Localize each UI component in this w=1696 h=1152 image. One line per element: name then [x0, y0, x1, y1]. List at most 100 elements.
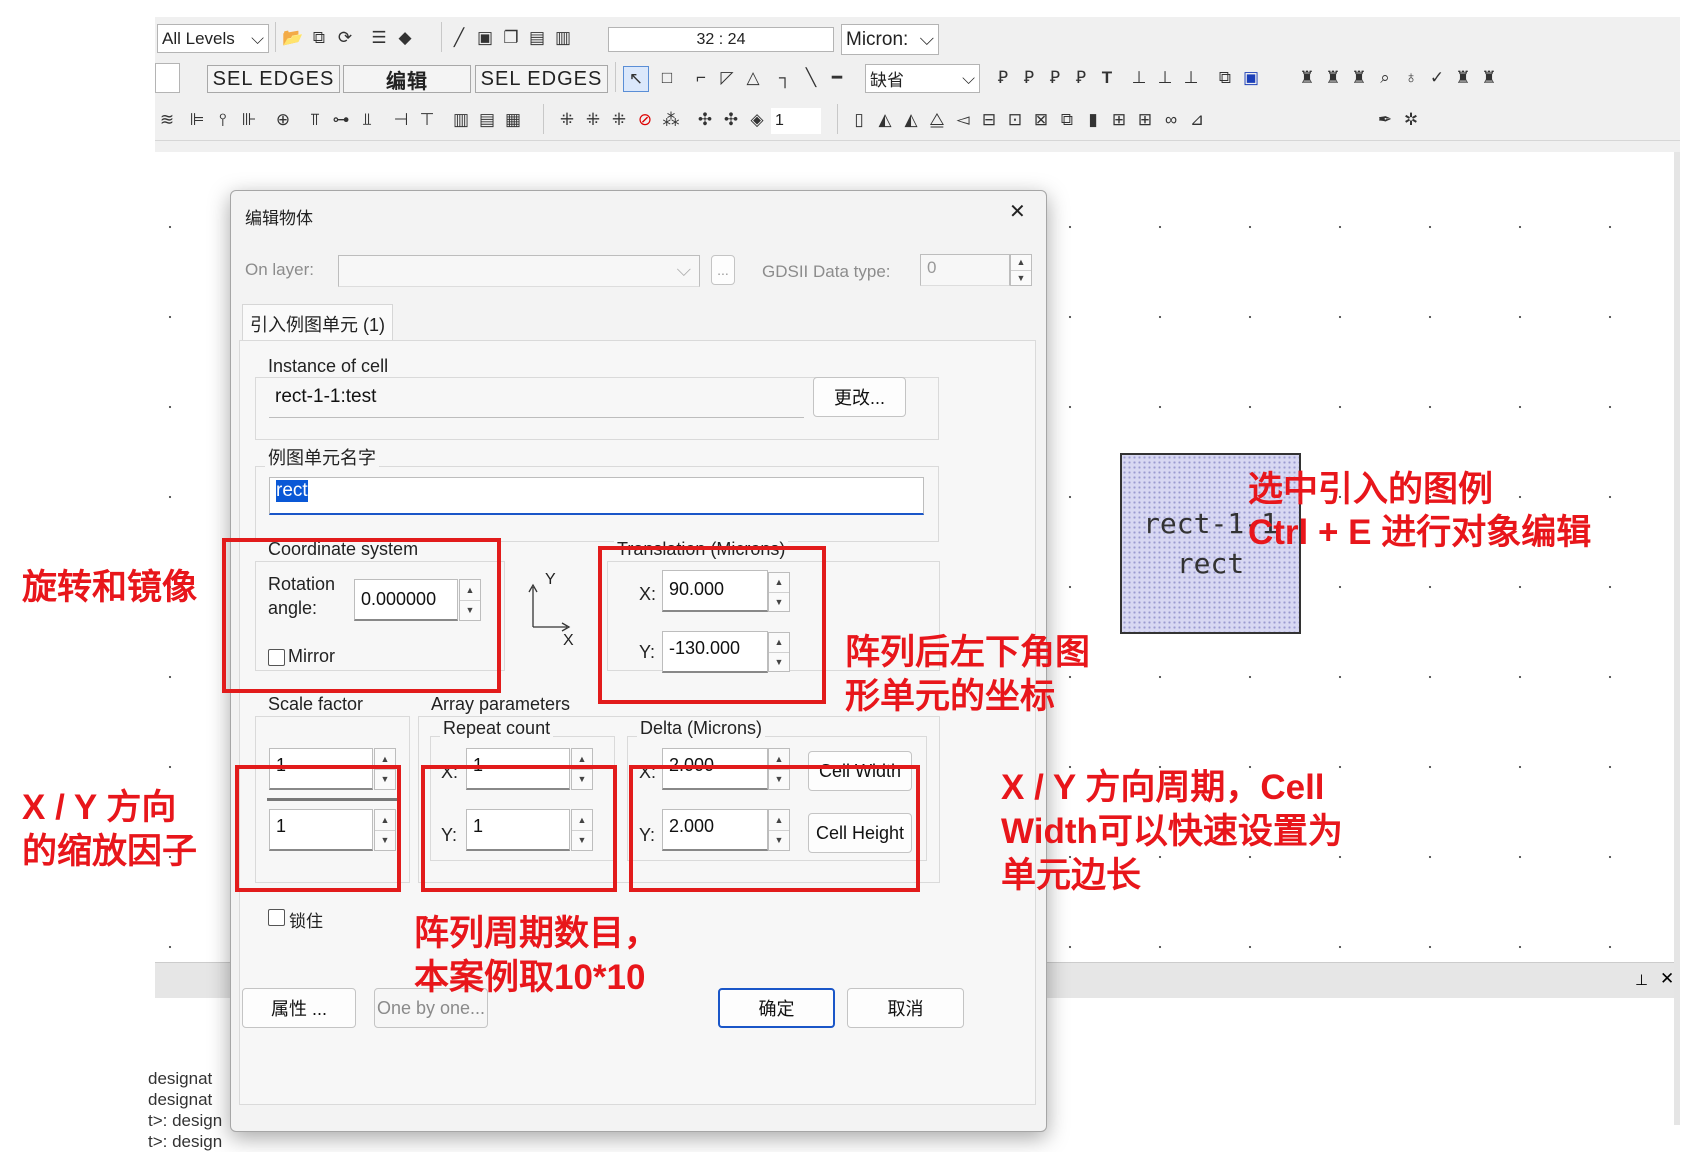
array-icon[interactable]: ⁜	[607, 108, 631, 132]
highlight-delta	[629, 765, 920, 892]
zoom-icon[interactable]: ⌕	[1373, 66, 1397, 90]
levels-combo[interactable]: All Levels ⌵	[157, 24, 269, 53]
check-icon[interactable]: ✓	[1425, 66, 1449, 90]
flatten-icon[interactable]: ◈	[745, 108, 769, 132]
line-icon[interactable]: ━	[825, 66, 849, 90]
rotate-icon[interactable]: ◅	[951, 108, 975, 132]
cell-tool-icon[interactable]: ♜	[1477, 66, 1501, 90]
split-icon[interactable]: ▤	[475, 108, 499, 132]
cell-name-input[interactable]: rect	[269, 477, 924, 515]
align-icon[interactable]: ≋	[155, 108, 179, 132]
expand-icon[interactable]: ✣	[693, 108, 717, 132]
center-icon[interactable]: ⊕	[271, 108, 295, 132]
mirror-icon[interactable]: ◭	[873, 108, 897, 132]
cell-tool-icon[interactable]: ♜	[1451, 66, 1475, 90]
instance-cell-field: rect-1-1:test	[269, 386, 804, 418]
lock-checkbox[interactable]	[268, 909, 285, 926]
window-icon[interactable]: ▤	[525, 26, 549, 50]
layer-icon[interactable]: ☰	[367, 26, 391, 50]
vertical-scrollbar[interactable]	[1674, 152, 1680, 1125]
ruler-icon[interactable]: ⊥	[1127, 66, 1151, 90]
merge-icon[interactable]: ▥	[449, 108, 473, 132]
distribute-h-icon[interactable]: ⊣	[389, 108, 413, 132]
align-bottom-icon[interactable]: ⫫	[355, 108, 379, 132]
glasses-icon[interactable]: ∞	[1159, 108, 1183, 132]
save-all-icon[interactable]: ❐	[499, 26, 523, 50]
box-icon[interactable]: ⊡	[1003, 108, 1027, 132]
level-input[interactable]	[155, 63, 180, 93]
expand-icon[interactable]: ✣	[719, 108, 743, 132]
window-list-icon[interactable]: ▥	[551, 26, 575, 50]
diagonal-wire-icon[interactable]: ╲	[799, 66, 823, 90]
ruler-icon[interactable]: ⊥	[1179, 66, 1203, 90]
grid-icon[interactable]: ▦	[501, 108, 525, 132]
trapezoid-icon[interactable]: ◸	[715, 66, 739, 90]
open-folder-icon[interactable]: 📂	[281, 26, 305, 50]
cell-icon[interactable]: ▣	[1239, 66, 1263, 90]
sel-edges-button-1[interactable]: SEL EDGES	[207, 65, 340, 93]
pen-icon[interactable]: ╱	[447, 26, 471, 50]
close-icon[interactable]: ✕	[1009, 199, 1026, 224]
bulb-icon[interactable]: ♁	[1399, 66, 1423, 90]
align-left-icon[interactable]: ⊫	[185, 108, 209, 132]
ok-button[interactable]: 确定	[718, 988, 835, 1028]
chart-icon[interactable]: ⊿	[1185, 108, 1209, 132]
polygon-icon[interactable]: ⌐	[689, 66, 713, 90]
port-icon[interactable]: Ꝑ	[1043, 66, 1067, 90]
text-icon[interactable]: T	[1095, 66, 1119, 90]
units-combo[interactable]: Micron: ⌵	[841, 24, 939, 55]
triangle-icon[interactable]: △	[741, 66, 765, 90]
port-icon[interactable]: Ꝑ	[1017, 66, 1041, 90]
change-button[interactable]: 更改...	[813, 377, 906, 417]
mfg-icon[interactable]: ⁂	[659, 108, 683, 132]
mirror-icon[interactable]: ◭	[899, 108, 923, 132]
layer-browse-button[interactable]: ...	[711, 255, 735, 285]
log-line: designat	[148, 1090, 213, 1109]
on-layer-combo[interactable]: ⌵	[338, 255, 700, 287]
bug-icon[interactable]: ✲	[1399, 108, 1423, 132]
instance-icon[interactable]: ⧉	[1213, 66, 1237, 90]
cancel-button[interactable]: 取消	[847, 988, 964, 1028]
stop-icon[interactable]: ⊘	[633, 108, 657, 132]
cell-tool-icon[interactable]: ♜	[1295, 66, 1319, 90]
chevron-down-icon: ⌵	[919, 28, 934, 50]
sel-edges-button-2[interactable]: SEL EDGES	[475, 65, 608, 93]
select-box-icon[interactable]: ⊞	[1107, 108, 1131, 132]
align-middle-icon[interactable]: ⊶	[329, 108, 353, 132]
ruler-icon[interactable]: ⊥	[1153, 66, 1177, 90]
default-combo[interactable]: 缺省 ⌵	[865, 64, 980, 93]
save-icon[interactable]: ▣	[473, 26, 497, 50]
group-icon[interactable]: ⧉	[1055, 108, 1079, 132]
select-pointer-icon[interactable]: ↖	[623, 66, 649, 92]
page-icon[interactable]: ▮	[1081, 108, 1105, 132]
wire-icon[interactable]: ┐	[773, 66, 797, 90]
gdsii-spinner[interactable]: ▲ ▼	[1010, 254, 1032, 286]
edit-button[interactable]: 编辑	[343, 65, 471, 93]
port-icon[interactable]: Ꝑ	[1069, 66, 1093, 90]
count-input[interactable]: 1	[771, 108, 821, 134]
stack-icon[interactable]: ⊟	[977, 108, 1001, 132]
copy-icon[interactable]: ⧉	[307, 26, 331, 50]
cell-tool-icon[interactable]: ♜	[1347, 66, 1371, 90]
cell-tool-icon[interactable]: ♜	[1321, 66, 1345, 90]
array-icon[interactable]: ⁜	[555, 108, 579, 132]
port-icon[interactable]: Ꝑ	[991, 66, 1015, 90]
align-center-icon[interactable]: ⫯	[211, 108, 235, 132]
copy-icon[interactable]: ▯	[847, 108, 871, 132]
tab-instance[interactable]: 引入例图单元 (1)	[242, 304, 393, 341]
distribute-v-icon[interactable]: ⊤	[415, 108, 439, 132]
close-icon[interactable]: ✕	[1660, 969, 1674, 989]
delete-box-icon[interactable]: ⊠	[1029, 108, 1053, 132]
align-top-icon[interactable]: ⫪	[303, 108, 327, 132]
rectangle-icon[interactable]: □	[655, 66, 679, 90]
properties-button[interactable]: 属性 ...	[242, 988, 356, 1028]
gdsii-input[interactable]: 0	[920, 254, 1010, 286]
pen-icon[interactable]: ✒	[1373, 108, 1397, 132]
array-icon[interactable]: ⁜	[581, 108, 605, 132]
select-box-icon[interactable]: ⊞	[1133, 108, 1157, 132]
align-right-icon[interactable]: ⊪	[237, 108, 261, 132]
paint-icon[interactable]: ◆	[393, 26, 417, 50]
pin-icon[interactable]: ⊥	[1635, 971, 1648, 989]
flip-icon[interactable]: ⧋	[925, 108, 949, 132]
refresh-icon[interactable]: ⟳	[333, 26, 357, 50]
